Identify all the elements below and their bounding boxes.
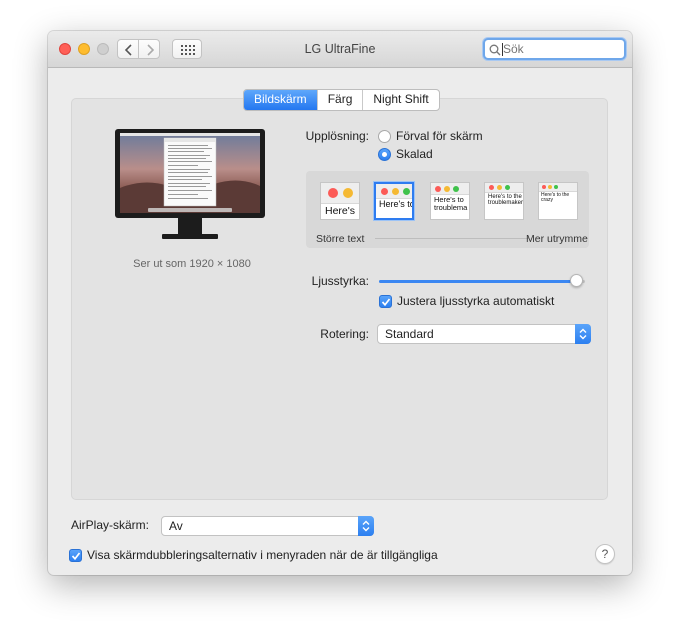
airplay-label: AirPlay-skärm: xyxy=(71,518,150,532)
checkmark-icon xyxy=(381,297,391,306)
auto-brightness-option[interactable]: Justera ljusstyrka automatiskt xyxy=(379,294,554,308)
mirroring-label: Visa skärmdubbleringsalternativ i menyra… xyxy=(87,548,438,562)
scale-option-2-selected[interactable]: Here's to xyxy=(374,182,414,220)
checkmark-icon xyxy=(71,551,81,560)
help-button[interactable]: ? xyxy=(595,544,615,564)
radio-button[interactable] xyxy=(378,147,391,161)
back-button[interactable] xyxy=(117,39,139,59)
monitor-illustration xyxy=(115,129,265,239)
thumbnail-text: Here's to the crazy xyxy=(541,192,570,204)
airplay-value: Av xyxy=(169,519,183,533)
thumbnail-text: Here's to the c troublemakers. xyxy=(488,194,524,207)
scale-option-more-space[interactable]: Here's to the crazy xyxy=(538,182,578,220)
zoom-button[interactable] xyxy=(97,43,109,55)
rotation-label: Rotering: xyxy=(320,327,369,341)
popup-arrows-icon xyxy=(575,324,591,344)
chevron-left-icon xyxy=(124,44,132,56)
scale-divider xyxy=(375,238,529,239)
title-bar: LG UltraFine xyxy=(48,31,632,68)
resolution-label: Upplösning: xyxy=(305,129,369,143)
preferences-window: LG UltraFine Bildskärm Fär xyxy=(48,31,632,575)
popup-arrows-icon xyxy=(358,516,374,536)
mirroring-checkbox[interactable] xyxy=(69,548,82,562)
radio-label: Förval för skärm xyxy=(396,129,483,143)
search-field[interactable] xyxy=(483,38,626,60)
tab-bar: Bildskärm Färg Night Shift xyxy=(243,89,440,111)
thumbnail-text: Here's xyxy=(325,205,356,217)
larger-text-label: Större text xyxy=(316,233,365,245)
radio-label: Skalad xyxy=(396,147,433,161)
auto-brightness-checkbox[interactable] xyxy=(379,294,392,308)
thumbnail-text: Here's to xyxy=(379,199,414,209)
more-space-label: Mer utrymme xyxy=(526,233,588,245)
brightness-slider-fill xyxy=(379,280,577,283)
scale-option-largest-text[interactable]: Here's xyxy=(320,182,360,220)
resolution-readout: Ser ut som 1920 × 1080 xyxy=(133,258,251,270)
tab-color[interactable]: Färg xyxy=(316,90,363,110)
tab-night-shift[interactable]: Night Shift xyxy=(362,90,438,110)
forward-button[interactable] xyxy=(138,39,160,59)
mirroring-menu-option[interactable]: Visa skärmdubbleringsalternativ i menyra… xyxy=(69,548,438,562)
rotation-value: Standard xyxy=(385,327,434,341)
search-input[interactable] xyxy=(503,41,621,57)
radio-default-for-display[interactable]: Förval för skärm xyxy=(378,129,483,143)
chevron-right-icon xyxy=(147,44,155,56)
minimize-button[interactable] xyxy=(78,43,90,55)
grid-icon xyxy=(181,45,195,55)
tab-display[interactable]: Bildskärm xyxy=(244,90,317,110)
scale-option-4[interactable]: Here's to the c troublemakers. xyxy=(484,182,524,220)
brightness-label: Ljusstyrka: xyxy=(311,274,369,288)
thumbnail-text: Here's to troublema xyxy=(434,195,468,212)
search-icon xyxy=(489,44,501,56)
airplay-popup[interactable]: Av xyxy=(161,516,374,536)
radio-scaled[interactable]: Skalad xyxy=(378,147,433,161)
close-button[interactable] xyxy=(59,43,71,55)
auto-brightness-label: Justera ljusstyrka automatiskt xyxy=(397,294,555,308)
show-all-button[interactable] xyxy=(172,39,202,59)
rotation-popup[interactable]: Standard xyxy=(377,324,591,344)
radio-button[interactable] xyxy=(378,129,391,143)
scale-option-3[interactable]: Here's to troublema xyxy=(430,182,470,220)
